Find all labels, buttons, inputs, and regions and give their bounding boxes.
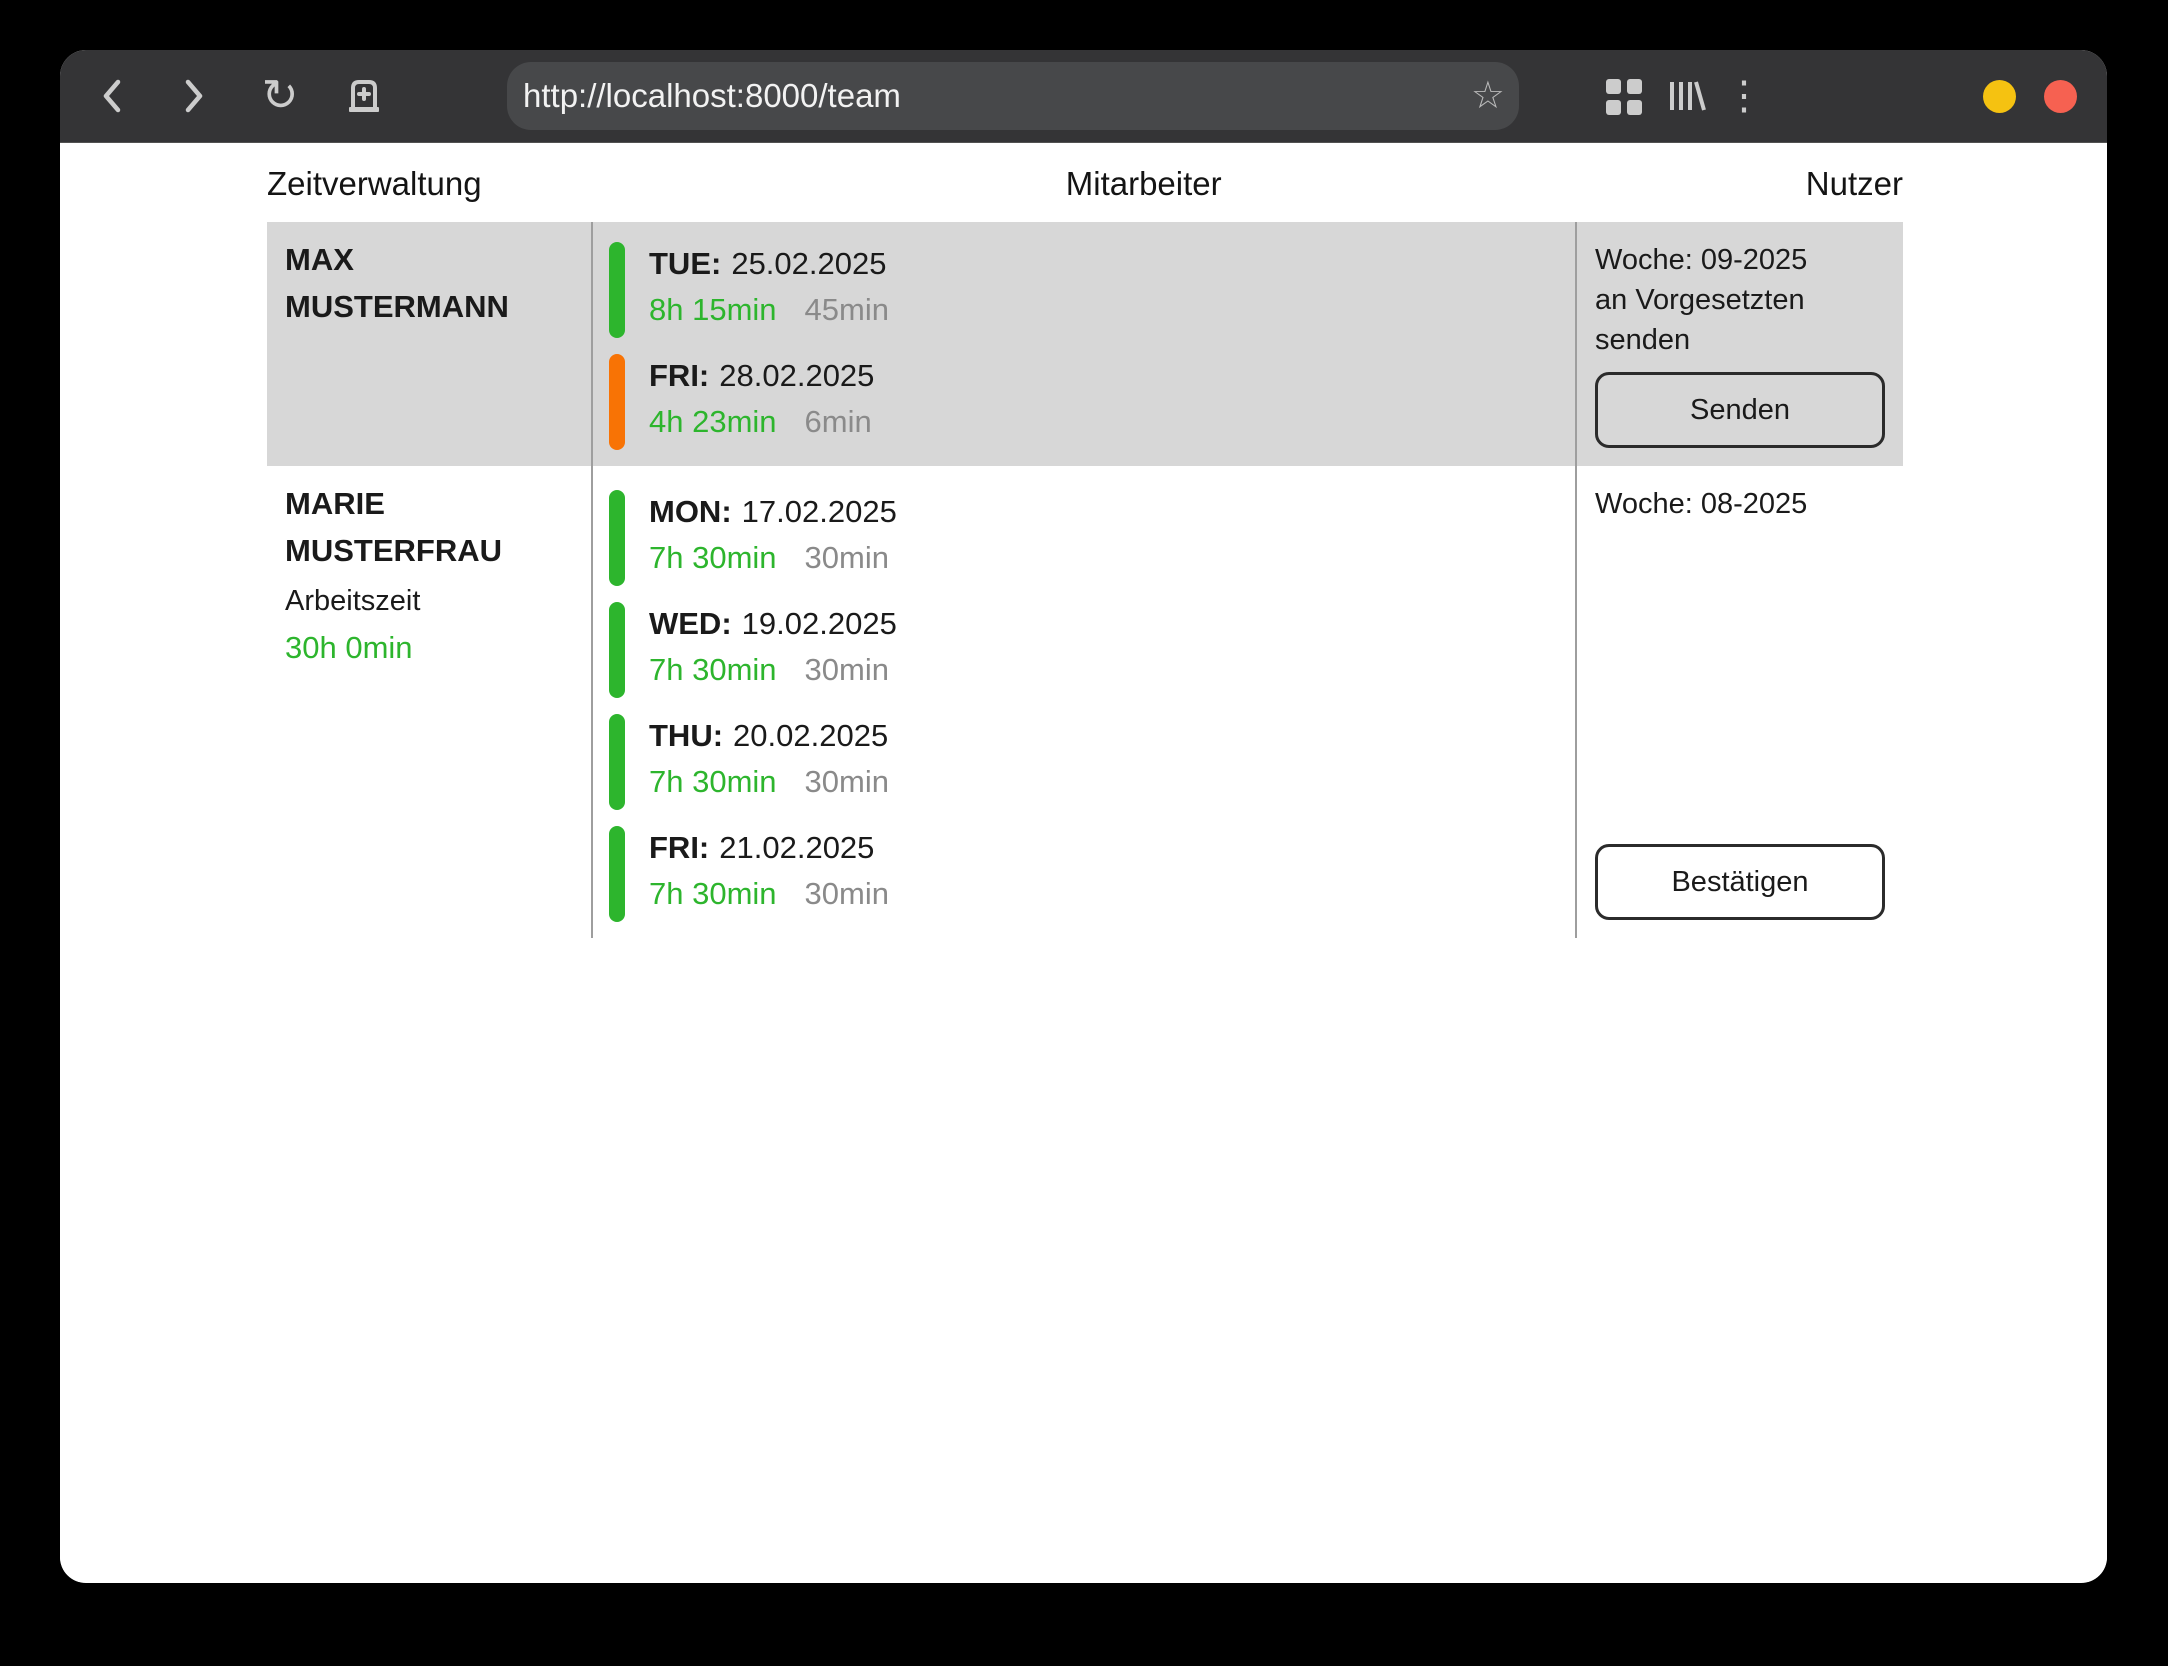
employee-name-line: MUSTERMANN bbox=[285, 283, 591, 330]
pause-duration: 30min bbox=[805, 652, 889, 687]
grid-square bbox=[1606, 79, 1621, 94]
window-minimize-button[interactable] bbox=[1983, 80, 2016, 113]
grid-square bbox=[1606, 100, 1621, 115]
week-info-line: Woche: 09-2025 bbox=[1595, 240, 1885, 280]
day-status-bar bbox=[609, 490, 625, 586]
day-label: TUE: bbox=[649, 246, 721, 281]
work-duration: 7h 30min bbox=[649, 652, 777, 687]
worktime-label: Arbeitszeit bbox=[285, 582, 591, 620]
day-entry: MON: 17.02.2025 7h 30min 30min bbox=[609, 490, 1575, 586]
day-status-bar bbox=[609, 826, 625, 922]
page-header: Zeitverwaltung Mitarbeiter Nutzer bbox=[267, 165, 1903, 203]
day-list: TUE: 25.02.2025 8h 15min 45min FRI: 28.02.2… bbox=[591, 222, 1575, 466]
day-entry: TUE: 25.02.2025 8h 15min 45min bbox=[609, 242, 1575, 338]
employee-name-line: MARIE bbox=[285, 480, 591, 527]
day-entry: WED: 19.02.2025 7h 30min 30min bbox=[609, 602, 1575, 698]
tab-overview-grid-icon[interactable] bbox=[1606, 79, 1642, 115]
day-entry: FRI: 21.02.2025 7h 30min 30min bbox=[609, 826, 1575, 922]
browser-toolbar: ↻ ☆ ⋮ bbox=[60, 50, 2107, 143]
day-label: MON: bbox=[649, 494, 732, 529]
employee-name-line: MAX bbox=[285, 236, 591, 283]
new-tab-icon[interactable] bbox=[334, 50, 394, 142]
day-label: THU: bbox=[649, 718, 723, 753]
senden-button[interactable]: Senden bbox=[1595, 372, 1885, 448]
day-label: WED: bbox=[649, 606, 732, 641]
pause-duration: 30min bbox=[805, 764, 889, 799]
employee-row: MARIE MUSTERFRAU Arbeitszeit 30h 0min MO… bbox=[267, 466, 1903, 938]
employee-row: MAX MUSTERMANN TUE: 25.02.2025 8h 15min 45… bbox=[267, 222, 1903, 466]
bookmark-star-icon[interactable]: ☆ bbox=[1471, 77, 1505, 115]
day-status-bar bbox=[609, 242, 625, 338]
reload-icon[interactable]: ↻ bbox=[250, 50, 310, 142]
day-status-bar bbox=[609, 602, 625, 698]
day-entry: THU: 20.02.2025 7h 30min 30min bbox=[609, 714, 1575, 810]
grid-square bbox=[1627, 100, 1642, 115]
work-duration: 7h 30min bbox=[649, 876, 777, 911]
day-text: FRI: 28.02.2025 4h 23min 6min bbox=[649, 354, 874, 450]
week-action-cell: Woche: 09-2025 an Vorgesetzten senden Se… bbox=[1575, 222, 1903, 466]
url-bar[interactable]: ☆ bbox=[507, 62, 1519, 130]
work-duration: 4h 23min bbox=[649, 404, 777, 439]
day-label: FRI: bbox=[649, 830, 709, 865]
work-duration: 8h 15min bbox=[649, 292, 777, 327]
pause-duration: 45min bbox=[805, 292, 889, 327]
url-input[interactable] bbox=[523, 77, 1471, 115]
employee-name-cell: MAX MUSTERMANN bbox=[267, 222, 591, 466]
day-text: TUE: 25.02.2025 8h 15min 45min bbox=[649, 242, 889, 338]
day-date: 28.02.2025 bbox=[719, 358, 874, 393]
pause-duration: 6min bbox=[805, 404, 872, 439]
week-action-cell: Woche: 08-2025 Bestätigen bbox=[1575, 466, 1903, 938]
day-text: THU: 20.02.2025 7h 30min 30min bbox=[649, 714, 889, 810]
pause-duration: 30min bbox=[805, 876, 889, 911]
nav-nutzer[interactable]: Nutzer bbox=[1806, 165, 1903, 203]
nav-mitarbeiter[interactable]: Mitarbeiter bbox=[1066, 165, 1222, 203]
day-date: 20.02.2025 bbox=[733, 718, 888, 753]
day-label: FRI: bbox=[649, 358, 709, 393]
employee-name-line: MUSTERFRAU bbox=[285, 527, 591, 574]
window-close-button[interactable] bbox=[2044, 80, 2077, 113]
day-text: WED: 19.02.2025 7h 30min 30min bbox=[649, 602, 897, 698]
worktime-total: 30h 0min bbox=[285, 628, 591, 668]
day-entry: FRI: 28.02.2025 4h 23min 6min bbox=[609, 354, 1575, 450]
day-status-bar bbox=[609, 354, 625, 450]
forward-icon[interactable] bbox=[164, 50, 224, 142]
back-icon[interactable] bbox=[82, 50, 142, 142]
day-date: 19.02.2025 bbox=[742, 606, 897, 641]
menu-kebab-icon[interactable]: ⋮ bbox=[1722, 50, 1766, 142]
week-info-line: an Vorgesetzten bbox=[1595, 280, 1885, 320]
nav-zeitverwaltung[interactable]: Zeitverwaltung bbox=[267, 165, 482, 203]
bestaetigen-button[interactable]: Bestätigen bbox=[1595, 844, 1885, 920]
day-text: FRI: 21.02.2025 7h 30min 30min bbox=[649, 826, 889, 922]
grid-square bbox=[1627, 79, 1642, 94]
day-list: MON: 17.02.2025 7h 30min 30min WED: 19.02.2… bbox=[591, 466, 1575, 938]
employee-table: MAX MUSTERMANN TUE: 25.02.2025 8h 15min 45… bbox=[267, 222, 1903, 938]
library-icon[interactable] bbox=[1664, 76, 1708, 116]
work-duration: 7h 30min bbox=[649, 540, 777, 575]
day-status-bar bbox=[609, 714, 625, 810]
day-text: MON: 17.02.2025 7h 30min 30min bbox=[649, 490, 897, 586]
team-page: Zeitverwaltung Mitarbeiter Nutzer MAX MU… bbox=[60, 143, 2107, 1582]
day-date: 17.02.2025 bbox=[742, 494, 897, 529]
browser-window: ↻ ☆ ⋮ bbox=[60, 50, 2107, 1583]
day-date: 21.02.2025 bbox=[719, 830, 874, 865]
work-duration: 7h 30min bbox=[649, 764, 777, 799]
employee-name-cell: MARIE MUSTERFRAU Arbeitszeit 30h 0min bbox=[267, 466, 591, 938]
day-date: 25.02.2025 bbox=[731, 246, 886, 281]
week-info-line: Woche: 08-2025 bbox=[1595, 484, 1885, 524]
week-info-line: senden bbox=[1595, 320, 1885, 360]
pause-duration: 30min bbox=[805, 540, 889, 575]
